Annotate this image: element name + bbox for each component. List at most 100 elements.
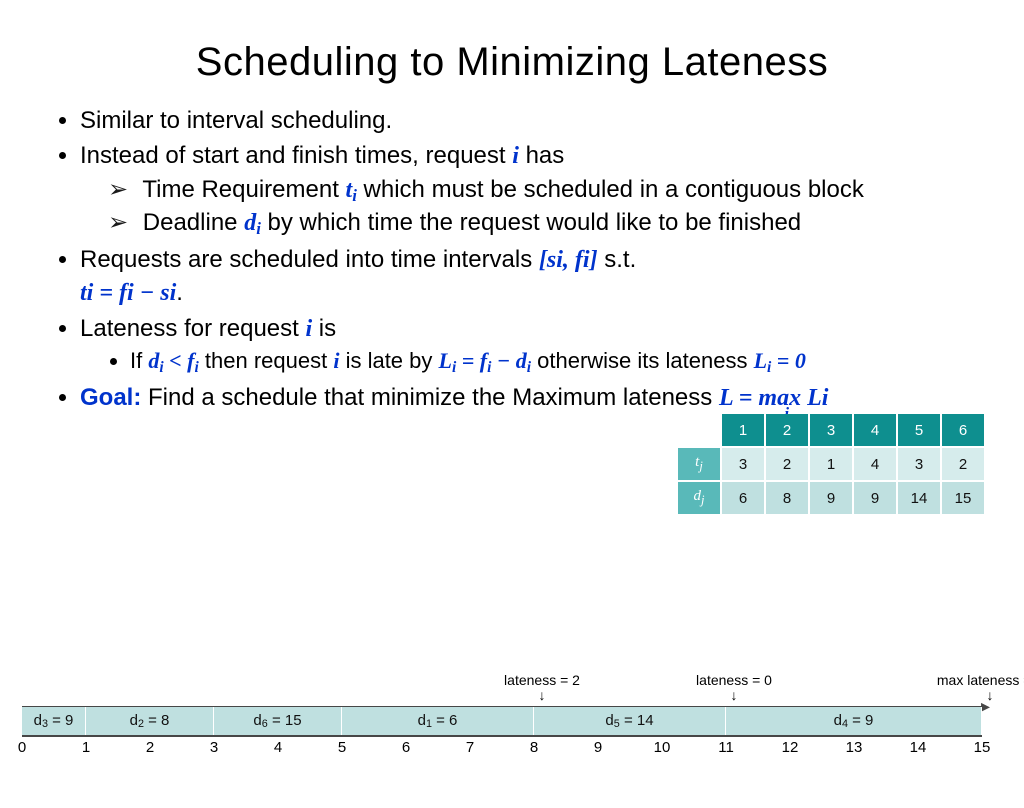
- col-header: 6: [942, 414, 984, 446]
- timeline-segment: d4 = 9: [726, 707, 982, 735]
- timeline-annotation: max lateness = 6↓: [930, 672, 1024, 702]
- cell: 2: [766, 448, 808, 480]
- col-header: 1: [722, 414, 764, 446]
- cell: 2: [942, 448, 984, 480]
- eq: ti = fi − si: [80, 280, 176, 306]
- op: <: [164, 348, 188, 373]
- timeline-tick: 4: [274, 739, 282, 756]
- col-header: 5: [898, 414, 940, 446]
- bullet-2b: Deadline di by which time the request wo…: [108, 207, 984, 240]
- timeline-tick: 0: [18, 739, 26, 756]
- text: Find a schedule that minimize the Maximu…: [141, 384, 719, 411]
- timeline-axis: 0123456789101112131415: [22, 737, 1006, 759]
- slide: Scheduling to Minimizing Lateness Simila…: [0, 40, 1024, 808]
- cell: 9: [854, 482, 896, 514]
- eq: L = maxi Li: [719, 385, 828, 411]
- col-header: 4: [854, 414, 896, 446]
- text: which must be scheduled in a contiguous …: [357, 176, 864, 203]
- timeline-tick: 1: [82, 739, 90, 756]
- val: 0: [795, 348, 806, 373]
- var: di: [148, 348, 163, 373]
- text: s.t.: [598, 246, 637, 273]
- bullet-3: Requests are scheduled into time interva…: [80, 244, 640, 308]
- text: Lateness for request: [80, 315, 305, 342]
- var: di: [516, 348, 531, 373]
- col-header: 2: [766, 414, 808, 446]
- cell: 14: [898, 482, 940, 514]
- timeline-segment: d1 = 6: [342, 707, 534, 735]
- slide-title: Scheduling to Minimizing Lateness: [40, 40, 984, 85]
- text: has: [519, 142, 564, 169]
- timeline-annotations: lateness = 2↓lateness = 0↓max lateness =…: [20, 672, 1004, 706]
- op: −: [491, 348, 515, 373]
- text: by which time the request would like to …: [261, 209, 801, 236]
- timeline: lateness = 2↓lateness = 0↓max lateness =…: [20, 672, 1004, 759]
- bullet-1: Similar to interval scheduling.: [80, 105, 984, 136]
- bullet-4a: If di < fi then request i is late by Li …: [130, 347, 984, 378]
- text: Deadline: [143, 209, 244, 236]
- cell: 9: [810, 482, 852, 514]
- cell: 6: [722, 482, 764, 514]
- timeline-segment: d3 = 9: [22, 707, 86, 735]
- table-row-tj: tj 3 2 1 4 3 2: [678, 448, 984, 480]
- timeline-segment: d2 = 8: [86, 707, 214, 735]
- timeline-tick: 7: [466, 739, 474, 756]
- interval: [si, fi]: [539, 247, 598, 273]
- text: If: [130, 348, 148, 373]
- bullet-list: Similar to interval scheduling. Instead …: [58, 105, 984, 414]
- timeline-tick: 12: [782, 739, 799, 756]
- table-row-dj: dj 6 8 9 9 14 15: [678, 482, 984, 514]
- text: Time Requirement: [142, 176, 345, 203]
- text: Instead of start and finish times, reque…: [80, 142, 512, 169]
- timeline-tick: 6: [402, 739, 410, 756]
- timeline-annotation: lateness = 0↓: [674, 672, 794, 702]
- timeline-tick: 13: [846, 739, 863, 756]
- timeline-tick: 2: [146, 739, 154, 756]
- timeline-annotation: lateness = 2↓: [482, 672, 602, 702]
- cell: 1: [810, 448, 852, 480]
- op: =: [456, 348, 480, 373]
- op: =: [771, 348, 795, 373]
- timeline-segment: d6 = 15: [214, 707, 342, 735]
- var-i: i: [512, 143, 519, 169]
- var: fi: [187, 348, 199, 373]
- timeline-tick: 5: [338, 739, 346, 756]
- timeline-tick: 3: [210, 739, 218, 756]
- bullet-2a: Time Requirement ti which must be schedu…: [108, 174, 984, 207]
- table-header-row: 1 2 3 4 5 6: [678, 414, 984, 446]
- text: then request: [199, 348, 334, 373]
- timeline-segment: d5 = 14: [534, 707, 726, 735]
- arrowhead-icon: ▸: [981, 696, 990, 717]
- timeline-bar: ▸ d3 = 9d2 = 8d6 = 15d1 = 6d5 = 14d4 = 9: [22, 706, 982, 737]
- col-header: 3: [810, 414, 852, 446]
- text: is: [312, 315, 336, 342]
- job-table: 1 2 3 4 5 6 tj 3 2 1 4 3 2 dj 6 8 9 9 14…: [676, 412, 986, 516]
- cell: 3: [722, 448, 764, 480]
- blank-cell: [678, 414, 720, 446]
- cell: 4: [854, 448, 896, 480]
- timeline-tick: 15: [974, 739, 991, 756]
- var: Li: [439, 348, 457, 373]
- var-di: di: [244, 210, 261, 236]
- bullet-2: Instead of start and finish times, reque…: [80, 140, 984, 240]
- timeline-tick: 8: [530, 739, 538, 756]
- sub-list: Time Requirement ti which must be schedu…: [108, 174, 984, 240]
- var-ti: ti: [346, 177, 357, 203]
- sub-list-2: If di < fi then request i is late by Li …: [108, 347, 984, 378]
- cell: 3: [898, 448, 940, 480]
- row-label-dj: dj: [678, 482, 720, 514]
- text: .: [176, 279, 183, 306]
- bullet-4: Lateness for request i is If di < fi the…: [80, 313, 984, 378]
- timeline-tick: 9: [594, 739, 602, 756]
- row-label-tj: tj: [678, 448, 720, 480]
- timeline-tick: 11: [718, 739, 734, 756]
- text: is late by: [339, 348, 438, 373]
- goal-label: Goal:: [80, 384, 141, 411]
- var: fi: [480, 348, 492, 373]
- var: Li: [754, 348, 772, 373]
- timeline-tick: 14: [910, 739, 927, 756]
- text: Requests are scheduled into time interva…: [80, 246, 539, 273]
- cell: 15: [942, 482, 984, 514]
- timeline-tick: 10: [654, 739, 671, 756]
- bullet-5: Goal: Find a schedule that minimize the …: [80, 382, 984, 414]
